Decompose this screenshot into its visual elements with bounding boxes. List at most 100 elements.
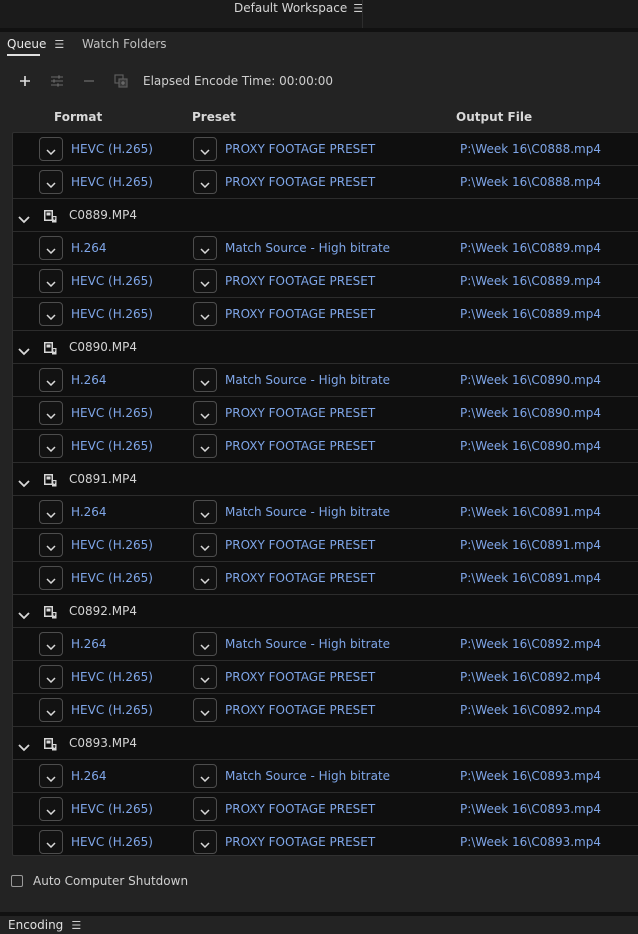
preset-dropdown-button[interactable] bbox=[193, 830, 217, 854]
preset-dropdown-button[interactable] bbox=[193, 533, 217, 557]
format-dropdown-button[interactable] bbox=[39, 137, 63, 161]
format-link[interactable]: HEVC (H.265) bbox=[71, 835, 153, 849]
auto-shutdown-checkbox[interactable] bbox=[11, 875, 23, 887]
preset-link[interactable]: Match Source - High bitrate bbox=[225, 505, 390, 519]
preset-dropdown-button[interactable] bbox=[193, 401, 217, 425]
preset-link[interactable]: PROXY FOOTAGE PRESET bbox=[225, 571, 375, 585]
column-header-output[interactable]: Output File bbox=[456, 110, 532, 124]
tab-encoding[interactable]: Encoding ☰ bbox=[8, 918, 81, 932]
preset-link[interactable]: Match Source - High bitrate bbox=[225, 373, 390, 387]
output-row[interactable]: HEVC (H.265) PROXY FOOTAGE PRESET P:\Week … bbox=[13, 430, 638, 463]
preset-dropdown-button[interactable] bbox=[193, 665, 217, 689]
format-link[interactable]: H.264 bbox=[71, 769, 107, 783]
output-file-link[interactable]: P:\Week 16\C0893.mp4 bbox=[460, 769, 601, 783]
output-row[interactable]: H.264 Match Source - High bitrate P:\Week … bbox=[13, 232, 638, 265]
collapse-chevron-icon[interactable] bbox=[18, 209, 30, 228]
format-dropdown-button[interactable] bbox=[39, 500, 63, 524]
preset-link[interactable]: Match Source - High bitrate bbox=[225, 769, 390, 783]
format-dropdown-button[interactable] bbox=[39, 236, 63, 260]
preset-link[interactable]: PROXY FOOTAGE PRESET bbox=[225, 538, 375, 552]
preset-dropdown-button[interactable] bbox=[193, 302, 217, 326]
collapse-chevron-icon[interactable] bbox=[18, 341, 30, 360]
preset-dropdown-button[interactable] bbox=[193, 566, 217, 590]
preset-link[interactable]: PROXY FOOTAGE PRESET bbox=[225, 835, 375, 849]
output-file-link[interactable]: P:\Week 16\C0888.mp4 bbox=[460, 142, 601, 156]
source-group-row[interactable]: C0889.MP4 bbox=[13, 199, 638, 232]
output-row[interactable]: HEVC (H.265) PROXY FOOTAGE PRESET P:\Week … bbox=[13, 562, 638, 595]
output-file-link[interactable]: P:\Week 16\C0892.mp4 bbox=[460, 637, 601, 651]
source-group-row[interactable]: C0892.MP4 bbox=[13, 595, 638, 628]
output-file-link[interactable]: P:\Week 16\C0893.mp4 bbox=[460, 835, 601, 849]
format-dropdown-button[interactable] bbox=[39, 401, 63, 425]
output-row[interactable]: H.264 Match Source - High bitrate P:\Week … bbox=[13, 760, 638, 793]
format-dropdown-button[interactable] bbox=[39, 632, 63, 656]
collapse-chevron-icon[interactable] bbox=[18, 605, 30, 624]
format-link[interactable]: HEVC (H.265) bbox=[71, 670, 153, 684]
output-file-link[interactable]: P:\Week 16\C0891.mp4 bbox=[460, 538, 601, 552]
add-source-button[interactable] bbox=[16, 72, 34, 90]
format-link[interactable]: HEVC (H.265) bbox=[71, 703, 153, 717]
output-file-link[interactable]: P:\Week 16\C0889.mp4 bbox=[460, 307, 601, 321]
format-link[interactable]: HEVC (H.265) bbox=[71, 175, 153, 189]
preset-link[interactable]: Match Source - High bitrate bbox=[225, 241, 390, 255]
output-row[interactable]: HEVC (H.265) PROXY FOOTAGE PRESET P:\Week … bbox=[13, 793, 638, 826]
format-link[interactable]: HEVC (H.265) bbox=[71, 571, 153, 585]
preset-link[interactable]: PROXY FOOTAGE PRESET bbox=[225, 175, 375, 189]
output-file-link[interactable]: P:\Week 16\C0890.mp4 bbox=[460, 439, 601, 453]
output-row[interactable]: HEVC (H.265) PROXY FOOTAGE PRESET P:\Week … bbox=[13, 133, 638, 166]
format-link[interactable]: HEVC (H.265) bbox=[71, 307, 153, 321]
output-row[interactable]: HEVC (H.265) PROXY FOOTAGE PRESET P:\Week … bbox=[13, 166, 638, 199]
preset-link[interactable]: PROXY FOOTAGE PRESET bbox=[225, 307, 375, 321]
format-dropdown-button[interactable] bbox=[39, 533, 63, 557]
preset-dropdown-button[interactable] bbox=[193, 764, 217, 788]
tab-queue[interactable]: Queue ☰ bbox=[7, 37, 64, 51]
preset-link[interactable]: PROXY FOOTAGE PRESET bbox=[225, 703, 375, 717]
format-link[interactable]: HEVC (H.265) bbox=[71, 439, 153, 453]
format-dropdown-button[interactable] bbox=[39, 797, 63, 821]
preset-dropdown-button[interactable] bbox=[193, 698, 217, 722]
collapse-chevron-icon[interactable] bbox=[18, 473, 30, 492]
format-dropdown-button[interactable] bbox=[39, 764, 63, 788]
preset-dropdown-button[interactable] bbox=[193, 368, 217, 392]
output-file-link[interactable]: P:\Week 16\C0888.mp4 bbox=[460, 175, 601, 189]
remove-button[interactable] bbox=[80, 72, 98, 90]
output-file-link[interactable]: P:\Week 16\C0893.mp4 bbox=[460, 802, 601, 816]
preset-link[interactable]: PROXY FOOTAGE PRESET bbox=[225, 274, 375, 288]
format-link[interactable]: HEVC (H.265) bbox=[71, 802, 153, 816]
format-link[interactable]: HEVC (H.265) bbox=[71, 538, 153, 552]
output-file-link[interactable]: P:\Week 16\C0890.mp4 bbox=[460, 373, 601, 387]
preset-link[interactable]: PROXY FOOTAGE PRESET bbox=[225, 670, 375, 684]
output-row[interactable]: HEVC (H.265) PROXY FOOTAGE PRESET P:\Week … bbox=[13, 694, 638, 727]
format-dropdown-button[interactable] bbox=[39, 566, 63, 590]
duplicate-button[interactable] bbox=[112, 72, 130, 90]
format-dropdown-button[interactable] bbox=[39, 269, 63, 293]
output-row[interactable]: HEVC (H.265) PROXY FOOTAGE PRESET P:\Week … bbox=[13, 826, 638, 855]
output-row[interactable]: HEVC (H.265) PROXY FOOTAGE PRESET P:\Week … bbox=[13, 529, 638, 562]
format-link[interactable]: HEVC (H.265) bbox=[71, 142, 153, 156]
output-row[interactable]: HEVC (H.265) PROXY FOOTAGE PRESET P:\Week … bbox=[13, 298, 638, 331]
preset-dropdown-button[interactable] bbox=[193, 797, 217, 821]
queue-settings-button[interactable] bbox=[48, 72, 66, 90]
workspace-tab[interactable]: Default Workspace ☰ bbox=[234, 0, 363, 17]
format-dropdown-button[interactable] bbox=[39, 830, 63, 854]
output-file-link[interactable]: P:\Week 16\C0891.mp4 bbox=[460, 571, 601, 585]
preset-link[interactable]: PROXY FOOTAGE PRESET bbox=[225, 439, 375, 453]
preset-dropdown-button[interactable] bbox=[193, 632, 217, 656]
output-row[interactable]: H.264 Match Source - High bitrate P:\Week … bbox=[13, 628, 638, 661]
output-file-link[interactable]: P:\Week 16\C0891.mp4 bbox=[460, 505, 601, 519]
column-header-format[interactable]: Format bbox=[54, 110, 102, 124]
hamburger-menu-icon[interactable]: ☰ bbox=[71, 919, 81, 932]
queue-list[interactable]: HEVC (H.265) PROXY FOOTAGE PRESET P:\Week … bbox=[12, 132, 638, 856]
preset-dropdown-button[interactable] bbox=[193, 170, 217, 194]
preset-link[interactable]: PROXY FOOTAGE PRESET bbox=[225, 406, 375, 420]
collapse-chevron-icon[interactable] bbox=[18, 737, 30, 756]
column-header-preset[interactable]: Preset bbox=[192, 110, 236, 124]
source-group-row[interactable]: C0893.MP4 bbox=[13, 727, 638, 760]
output-row[interactable]: HEVC (H.265) PROXY FOOTAGE PRESET P:\Week … bbox=[13, 397, 638, 430]
preset-dropdown-button[interactable] bbox=[193, 137, 217, 161]
preset-link[interactable]: Match Source - High bitrate bbox=[225, 637, 390, 651]
source-group-row[interactable]: C0891.MP4 bbox=[13, 463, 638, 496]
output-file-link[interactable]: P:\Week 16\C0890.mp4 bbox=[460, 406, 601, 420]
preset-link[interactable]: PROXY FOOTAGE PRESET bbox=[225, 142, 375, 156]
format-link[interactable]: HEVC (H.265) bbox=[71, 406, 153, 420]
